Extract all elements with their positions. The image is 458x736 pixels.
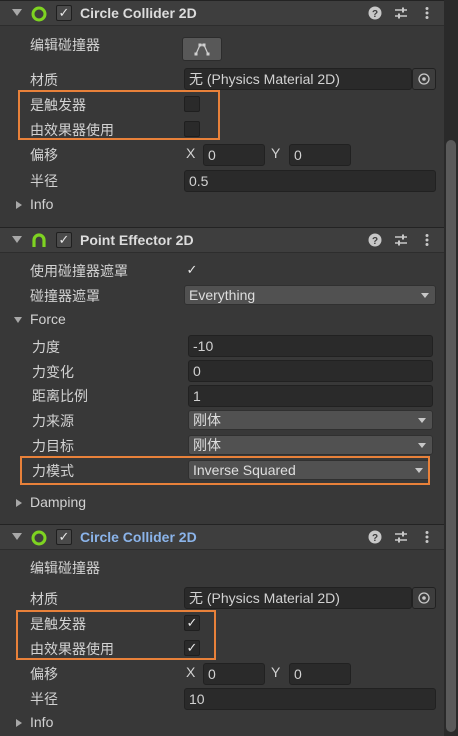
component-enabled-checkbox[interactable]: ✓ <box>56 529 72 545</box>
edit-collider-button[interactable] <box>182 37 222 61</box>
radius-field[interactable]: 0.5 <box>184 170 436 192</box>
force-variation-field[interactable]: 0 <box>188 360 433 382</box>
edit-collider-icon <box>194 43 210 56</box>
offset-label: 偏移 <box>30 147 58 163</box>
collider-mask-dropdown[interactable]: Everything <box>184 285 436 305</box>
vertical-scrollbar[interactable] <box>444 0 458 736</box>
chevron-down-icon <box>418 443 426 448</box>
highlight-box <box>20 456 430 485</box>
fold-right-icon[interactable] <box>16 201 22 209</box>
kebab-menu-icon[interactable] <box>420 530 434 544</box>
radius-field[interactable]: 10 <box>184 688 436 710</box>
force-target-dropdown[interactable]: 刚体 <box>188 435 433 455</box>
material-field[interactable]: 无 (Physics Material 2D) <box>184 68 412 90</box>
force-source-label: 力来源 <box>32 413 74 429</box>
help-icon[interactable]: ? <box>368 530 382 544</box>
component-title: Circle Collider 2D <box>80 5 197 21</box>
offset-y-field[interactable]: 0 <box>289 144 351 166</box>
force-variation-label: 力变化 <box>32 364 74 380</box>
svg-text:?: ? <box>372 9 378 20</box>
target-icon <box>418 73 430 85</box>
force-source-dropdown[interactable]: 刚体 <box>188 410 433 430</box>
component-title: Circle Collider 2D <box>80 529 197 545</box>
circle-collider-icon <box>31 530 47 546</box>
preset-icon[interactable] <box>394 6 408 20</box>
fold-right-icon[interactable] <box>16 719 22 727</box>
chevron-down-icon <box>421 293 429 298</box>
force-source-value: 刚体 <box>193 412 221 428</box>
material-label: 材质 <box>30 72 58 88</box>
material-field[interactable]: 无 (Physics Material 2D) <box>184 587 412 609</box>
offset-x-field[interactable]: 0 <box>203 144 265 166</box>
use-collider-mask-label: 使用碰撞器遮罩 <box>30 263 128 279</box>
fold-down-icon[interactable] <box>12 9 22 16</box>
preset-icon[interactable] <box>394 233 408 247</box>
radius-label: 半径 <box>30 691 58 707</box>
kebab-menu-icon[interactable] <box>420 6 434 20</box>
offset-y-field[interactable]: 0 <box>289 663 351 685</box>
offset-y-label: Y <box>271 664 281 680</box>
circle-collider-header-2[interactable]: ✓ Circle Collider 2D ? <box>0 524 444 550</box>
component-title: Point Effector 2D <box>80 232 194 248</box>
force-target-label: 力目标 <box>32 438 74 454</box>
object-picker-button[interactable] <box>412 587 436 609</box>
force-target-value: 刚体 <box>193 437 221 453</box>
magnet-icon <box>32 233 46 247</box>
svg-text:?: ? <box>372 533 378 544</box>
fold-down-icon[interactable] <box>12 533 22 540</box>
info-foldout[interactable]: Info <box>30 196 53 212</box>
use-collider-mask-checkbox[interactable]: ✓ <box>184 262 200 278</box>
offset-x-field[interactable]: 0 <box>203 663 265 685</box>
highlight-box <box>18 90 220 140</box>
target-icon <box>418 592 430 604</box>
fold-right-icon[interactable] <box>16 499 22 507</box>
svg-text:?: ? <box>372 236 378 247</box>
damping-foldout[interactable]: Damping <box>30 494 86 510</box>
component-enabled-checkbox[interactable]: ✓ <box>56 232 72 248</box>
offset-y-label: Y <box>271 145 281 161</box>
fold-down-icon[interactable] <box>12 236 22 243</box>
collider-mask-value: Everything <box>189 287 256 303</box>
circle-collider-header-1[interactable]: ✓ Circle Collider 2D ? <box>0 0 444 26</box>
circle-collider-icon <box>31 6 47 22</box>
force-foldout[interactable]: Force <box>30 311 66 327</box>
offset-x-label: X <box>186 664 196 680</box>
offset-x-label: X <box>186 145 196 161</box>
component-enabled-checkbox[interactable]: ✓ <box>56 5 72 21</box>
edit-collider-label: 编辑碰撞器 <box>30 560 100 576</box>
inspector-panel: ✓ Circle Collider 2D ? 编辑碰撞器 材质 无 (Physi… <box>0 0 444 736</box>
offset-label: 偏移 <box>30 666 58 682</box>
material-label: 材质 <box>30 591 58 607</box>
radius-label: 半径 <box>30 173 58 189</box>
point-effector-header[interactable]: ✓ Point Effector 2D ? <box>0 227 444 253</box>
kebab-menu-icon[interactable] <box>420 233 434 247</box>
collider-mask-label: 碰撞器遮罩 <box>30 288 100 304</box>
force-magnitude-field[interactable]: -10 <box>188 335 433 357</box>
help-icon[interactable]: ? <box>368 6 382 20</box>
scrollbar-thumb[interactable] <box>446 140 456 732</box>
chevron-down-icon <box>418 418 426 423</box>
edit-collider-label: 编辑碰撞器 <box>30 37 100 53</box>
distance-scale-field[interactable]: 1 <box>188 385 433 407</box>
fold-down-icon[interactable] <box>14 317 22 323</box>
object-picker-button[interactable] <box>412 68 436 90</box>
preset-icon[interactable] <box>394 530 408 544</box>
distance-scale-label: 距离比例 <box>32 388 88 404</box>
info-foldout[interactable]: Info <box>30 714 53 730</box>
force-magnitude-label: 力度 <box>32 339 60 355</box>
highlight-box <box>16 610 216 660</box>
help-icon[interactable]: ? <box>368 233 382 247</box>
